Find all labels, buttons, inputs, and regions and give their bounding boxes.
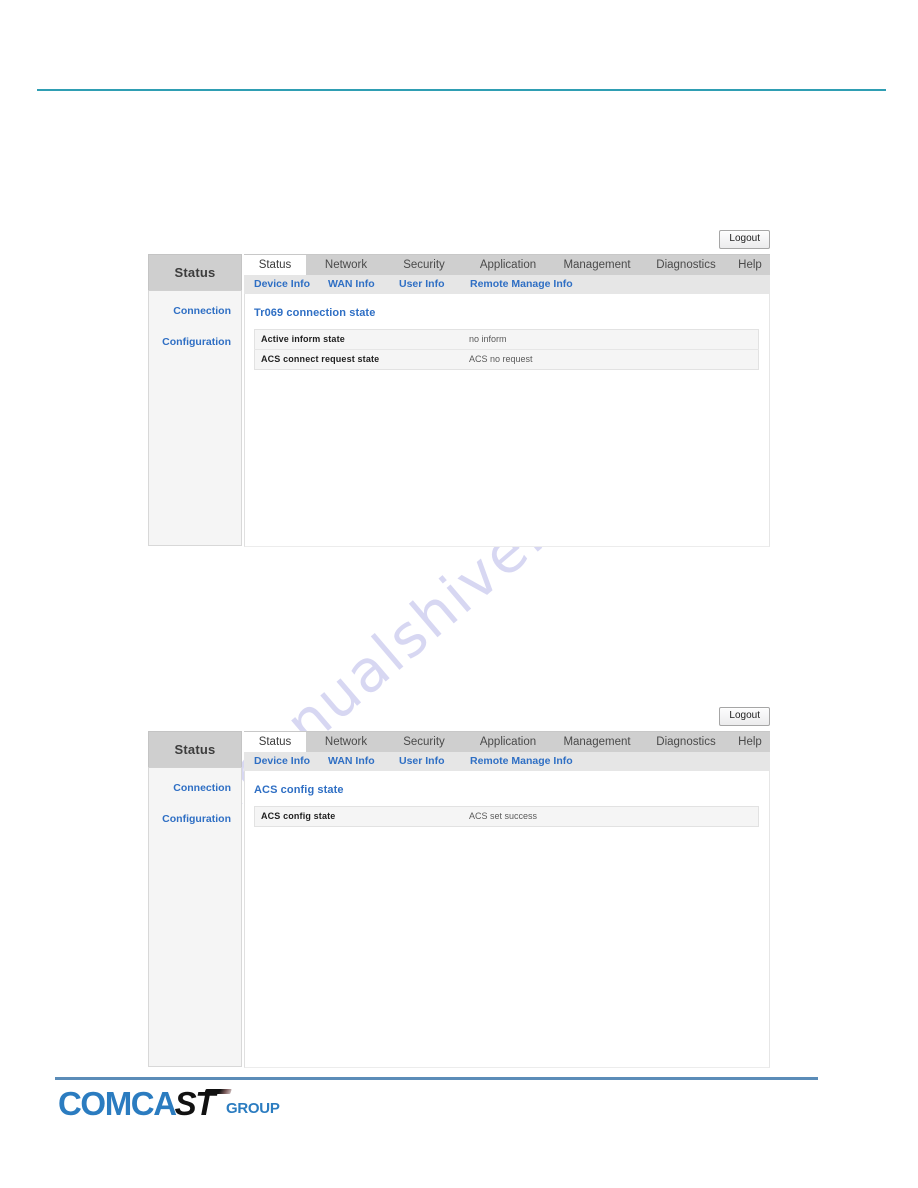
- tab-status[interactable]: Status: [244, 255, 306, 275]
- tab-help[interactable]: Help: [730, 255, 770, 275]
- router-ui-screenshot-2: Logout Status Connection Configuration S…: [148, 705, 770, 1068]
- sidebar-1: Status Connection Configuration: [148, 254, 242, 546]
- sidebar-body-1: Connection Configuration: [148, 290, 242, 546]
- tab-help[interactable]: Help: [730, 732, 770, 752]
- row-value: no inform: [469, 334, 507, 344]
- logo-text-group: GROUP: [226, 1100, 280, 1117]
- row-key: ACS config state: [261, 811, 336, 821]
- row-key: Active inform state: [261, 334, 345, 344]
- sidebar-item-configuration[interactable]: Configuration: [149, 813, 231, 825]
- sidebar-2: Status Connection Configuration: [148, 731, 242, 1067]
- row-value: ACS no request: [469, 354, 533, 364]
- logo-text-st: ST: [175, 1087, 232, 1121]
- logout-button[interactable]: Logout: [719, 707, 770, 726]
- info-table-tr069: Active inform state no inform ACS connec…: [254, 329, 759, 370]
- sidebar-header-label: Status: [174, 265, 216, 280]
- info-table-acs-config: ACS config state ACS set success: [254, 806, 759, 827]
- tab-diagnostics[interactable]: Diagnostics: [644, 732, 728, 752]
- sidebar-header-label: Status: [174, 742, 216, 757]
- sidebar-item-connection[interactable]: Connection: [149, 305, 231, 317]
- logo-swoosh-icon: [204, 1089, 232, 1094]
- content-column-1: Status Network Security Application Mana…: [244, 254, 770, 547]
- content-column-2: Status Network Security Application Mana…: [244, 731, 770, 1068]
- logout-button[interactable]: Logout: [719, 230, 770, 249]
- comcast-group-logo: COMCA ST GROUP: [58, 1087, 280, 1121]
- logout-row-2: Logout: [719, 705, 770, 726]
- tab-application[interactable]: Application: [466, 255, 550, 275]
- tab-network[interactable]: Network: [310, 255, 382, 275]
- logo-text-comca: COMCA: [58, 1085, 177, 1122]
- row-value: ACS set success: [469, 811, 538, 821]
- router-ui-frame-2: Status Connection Configuration Status N…: [148, 731, 770, 1068]
- subtab-wan-info[interactable]: WAN Info: [328, 752, 375, 771]
- subtab-remote-manage-info[interactable]: Remote Manage Info: [470, 752, 573, 771]
- panel-body-2: ACS config state ACS config state ACS se…: [244, 771, 770, 1068]
- subtab-device-info[interactable]: Device Info: [254, 752, 310, 771]
- document-page: manualshive.com Logout Status Connection…: [0, 0, 918, 1188]
- tab-status[interactable]: Status: [244, 732, 306, 752]
- tab-security[interactable]: Security: [388, 732, 460, 752]
- sidebar-body-2: Connection Configuration: [148, 767, 242, 1067]
- subtab-wan-info[interactable]: WAN Info: [328, 275, 375, 294]
- subtab-remote-manage-info[interactable]: Remote Manage Info: [470, 275, 573, 294]
- row-key: ACS connect request state: [261, 354, 380, 364]
- tab-diagnostics[interactable]: Diagnostics: [644, 255, 728, 275]
- section-title-acs-config: ACS config state: [254, 784, 344, 796]
- subtab-user-info[interactable]: User Info: [399, 275, 445, 294]
- section-title-tr069: Tr069 connection state: [254, 307, 376, 319]
- subtab-device-info[interactable]: Device Info: [254, 275, 310, 294]
- sidebar-item-connection[interactable]: Connection: [149, 782, 231, 794]
- sidebar-header-1: Status: [148, 254, 242, 290]
- table-row: ACS connect request state ACS no request: [255, 350, 759, 370]
- tab-network[interactable]: Network: [310, 732, 382, 752]
- header-divider-rule: [37, 89, 886, 91]
- sub-tabbar-2: Device Info WAN Info User Info Remote Ma…: [244, 752, 770, 771]
- sidebar-header-2: Status: [148, 731, 242, 767]
- tab-management[interactable]: Management: [552, 255, 642, 275]
- subtab-user-info[interactable]: User Info: [399, 752, 445, 771]
- table-row: Active inform state no inform: [254, 330, 759, 350]
- router-ui-frame-1: Status Connection Configuration Status N…: [148, 254, 770, 547]
- logout-row-1: Logout: [719, 228, 770, 249]
- tab-security[interactable]: Security: [388, 255, 460, 275]
- tab-application[interactable]: Application: [466, 732, 550, 752]
- table-row: ACS config state ACS set success: [255, 807, 759, 827]
- main-tabbar-2: Status Network Security Application Mana…: [244, 731, 770, 752]
- tab-management[interactable]: Management: [552, 732, 642, 752]
- main-tabbar-1: Status Network Security Application Mana…: [244, 254, 770, 275]
- router-ui-screenshot-1: Logout Status Connection Configuration S…: [148, 228, 770, 547]
- sub-tabbar-1: Device Info WAN Info User Info Remote Ma…: [244, 275, 770, 294]
- footer-divider-rule: [55, 1077, 818, 1080]
- sidebar-item-configuration[interactable]: Configuration: [149, 336, 231, 348]
- panel-body-1: Tr069 connection state Active inform sta…: [244, 294, 770, 547]
